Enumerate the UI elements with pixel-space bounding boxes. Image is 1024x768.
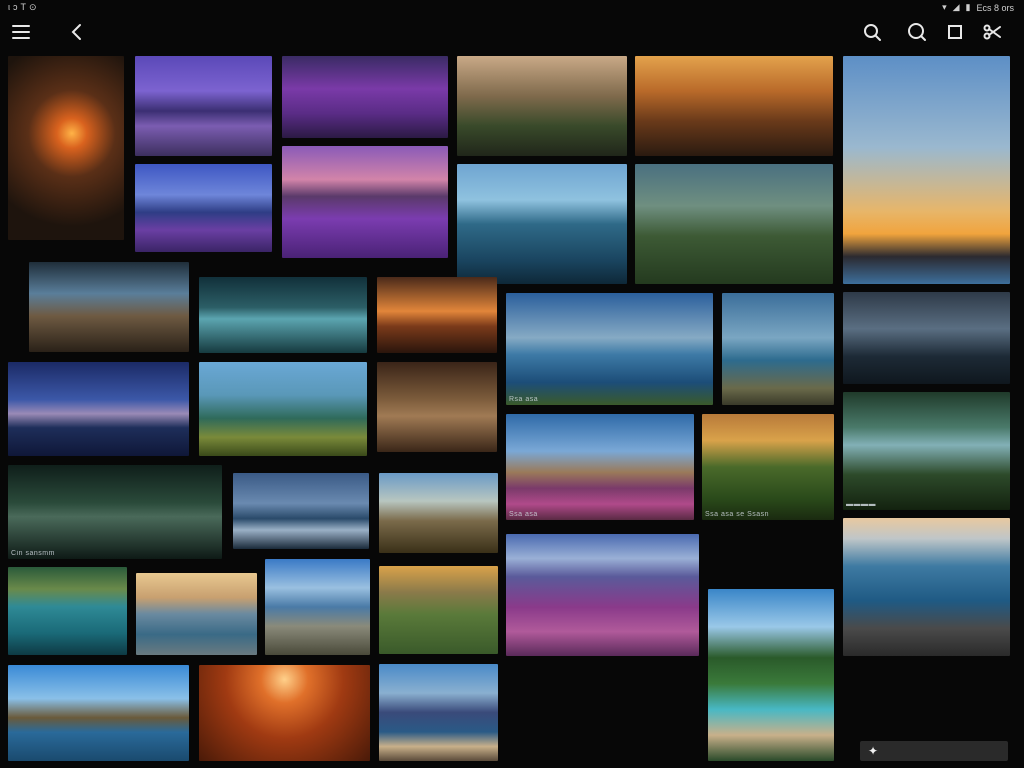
photo-tile[interactable]: Cin sansmm xyxy=(8,465,222,559)
photo-tile[interactable] xyxy=(199,665,370,761)
photo-tile[interactable] xyxy=(265,559,370,655)
photo-tile[interactable]: Rsa asa xyxy=(506,293,713,405)
photo-tile[interactable] xyxy=(135,164,272,252)
photo-tile[interactable] xyxy=(379,566,498,654)
photo-caption: ▬▬▬▬ xyxy=(846,501,876,508)
sparkle-icon: ✦ xyxy=(868,744,879,758)
photo-caption: Rsa asa xyxy=(509,396,539,403)
photo-tile[interactable] xyxy=(377,277,497,353)
select-square-icon[interactable] xyxy=(943,20,967,44)
photo-tile[interactable] xyxy=(233,473,369,549)
cloud-icon: T xyxy=(20,2,29,12)
photo-tile[interactable] xyxy=(708,589,834,761)
photo-tile[interactable] xyxy=(199,362,367,456)
photo-tile[interactable] xyxy=(506,534,699,656)
battery-icon: ▮ xyxy=(965,2,971,12)
photo-tile[interactable] xyxy=(843,518,1010,656)
photo-tile[interactable] xyxy=(8,665,189,761)
photo-tile[interactable] xyxy=(282,56,448,138)
toolbar xyxy=(0,14,1024,50)
photo-tile[interactable] xyxy=(722,293,834,405)
sync-icon: ɔ xyxy=(13,2,21,12)
search-icon[interactable] xyxy=(860,20,884,44)
photo-tile[interactable] xyxy=(457,56,627,156)
photo-tile[interactable] xyxy=(379,473,498,553)
status-text: Ecs 8 ors xyxy=(976,2,1014,13)
photo-tile[interactable] xyxy=(282,146,448,258)
photo-tile[interactable]: Ssa asa se Ssasn xyxy=(702,414,834,520)
wifi-icon: ⊙ xyxy=(29,2,40,12)
zoom-icon[interactable] xyxy=(905,20,929,44)
photo-caption: Ssa asa xyxy=(509,511,538,518)
photo-tile[interactable] xyxy=(635,164,833,284)
scissors-icon[interactable] xyxy=(980,20,1004,44)
signal-icon: ▾ xyxy=(942,2,947,12)
photo-tile[interactable]: Ssa asa xyxy=(506,414,694,520)
photo-tile[interactable] xyxy=(199,277,367,353)
photo-tile[interactable] xyxy=(843,56,1010,284)
photo-tile[interactable] xyxy=(8,362,189,456)
photo-caption: Ssa asa se Ssasn xyxy=(705,511,770,518)
photo-tile[interactable] xyxy=(136,573,257,655)
photo-tile[interactable] xyxy=(8,567,127,655)
photo-tile[interactable] xyxy=(377,362,497,452)
status-right: ▾ ◢ ▮ Ecs 8 ors xyxy=(942,2,1014,13)
photo-tile[interactable] xyxy=(843,292,1010,384)
photo-tile[interactable]: ▬▬▬▬ xyxy=(843,392,1010,510)
photo-caption: Cin sansmm xyxy=(11,550,55,557)
photo-tile[interactable] xyxy=(8,56,124,240)
photo-tile[interactable] xyxy=(135,56,272,156)
magic-action-bar[interactable]: ✦ xyxy=(860,741,1008,761)
photo-tile[interactable] xyxy=(379,664,498,761)
wifi-strength-icon: ◢ xyxy=(952,2,960,12)
status-left-icons: ιɔT⊙ xyxy=(8,2,40,13)
status-bar: ιɔT⊙ ▾ ◢ ▮ Ecs 8 ors xyxy=(0,0,1024,14)
photo-tile[interactable] xyxy=(457,164,627,284)
photo-tile[interactable] xyxy=(29,262,189,352)
photo-tile[interactable] xyxy=(635,56,833,156)
menu-icon[interactable] xyxy=(9,20,33,44)
back-arrow-icon[interactable] xyxy=(65,20,89,44)
